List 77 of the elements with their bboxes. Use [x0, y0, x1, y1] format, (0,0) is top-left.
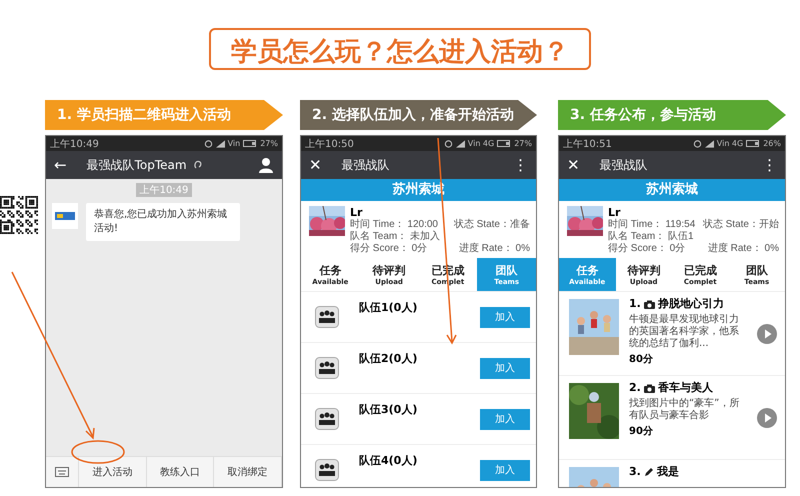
back-button[interactable]: ✕ [567, 156, 580, 174]
task-title: 挣脱地心引力 [658, 297, 724, 311]
battery-level: 26% [763, 139, 781, 148]
battery-level: 27% [260, 139, 278, 148]
menu-item[interactable]: 教练入口 [146, 457, 214, 487]
user-name: Lr [608, 206, 622, 219]
task-title: 我是 [656, 465, 679, 479]
signal-icon [704, 140, 714, 148]
task-title: 香车与美人 [658, 381, 713, 395]
task-description: 找到图片中的“豪车”，所有队员与豪车合影 [629, 398, 740, 422]
step-banner: 1. 学员扫描二维码进入活动 [45, 100, 283, 130]
time-label: 时间 Time： 120:00 [350, 219, 438, 230]
network-label: Vin 4G [468, 139, 494, 148]
score-label: 得分 Score： 0分 [608, 243, 686, 255]
group-icon [315, 306, 339, 328]
battery-icon [243, 140, 258, 147]
menu-item[interactable]: 进入活动 [79, 457, 147, 487]
battery-icon [746, 140, 760, 147]
rate-label: 进度 Rate： 0% [458, 243, 530, 255]
group-icon [315, 459, 339, 481]
avatar-icon [52, 203, 78, 229]
team-name: 队伍1(0人) [359, 300, 418, 315]
message-bubble: 恭喜您,您已成功加入苏州索城活动! [86, 203, 240, 241]
nav-title: 最强战队TopTeam [86, 156, 187, 174]
slide-title: 学员怎么玩？怎么进入活动？ [209, 28, 591, 70]
alarm-icon [204, 139, 213, 148]
alarm-icon [692, 139, 702, 148]
network-label: Vin 4G [716, 139, 744, 148]
rate-label: 进度 Rate： 0% [708, 243, 779, 255]
back-button[interactable]: ← [54, 156, 67, 174]
chat-timestamp: 上午10:49 [136, 183, 192, 197]
nav-title: 最强战队 [600, 156, 648, 174]
back-button[interactable]: ✕ [309, 156, 322, 174]
task-description: 牛顿是最早发现地球引力的英国著名科学家，他系统的总结了伽利... [629, 314, 740, 350]
highlight-ellipse [71, 440, 125, 464]
signal-icon [216, 140, 225, 148]
team-name: 队伍2(0人) [359, 351, 418, 366]
step-banner: 2. 选择队伍加入，准备开始活动 [300, 100, 537, 130]
signal-icon [456, 140, 465, 148]
battery-icon [497, 140, 512, 147]
play-icon[interactable] [757, 324, 777, 344]
task-number: 3. [629, 465, 641, 479]
status-time: 上午10:51 [563, 138, 612, 150]
menu-item[interactable]: 取消绑定 [214, 457, 282, 487]
camera-icon [644, 384, 655, 392]
team-label: 队名 Team： 未加入 [350, 231, 440, 243]
group-icon [315, 408, 339, 430]
state-label: 状态 State：开始 [702, 219, 779, 231]
task-score: 90分 [629, 424, 654, 438]
camera-icon [644, 300, 655, 308]
play-icon[interactable] [757, 408, 777, 428]
status-time: 上午10:50 [305, 138, 354, 150]
activity-banner: 苏州索城 [559, 179, 785, 201]
more-menu-button[interactable]: ⋮ [762, 156, 777, 174]
user-name: Lr [350, 206, 364, 219]
step-banner: 3. 任务公布，参与活动 [558, 100, 786, 130]
qr-code-icon [0, 196, 38, 234]
alarm-icon [444, 139, 453, 148]
score-label: 得分 Score： 0分 [350, 243, 428, 255]
team-name: 队伍3(0人) [359, 402, 418, 417]
group-icon [315, 357, 339, 379]
nav-title: 最强战队 [342, 156, 390, 174]
team-name: 队伍4(0人) [359, 453, 418, 468]
task-number: 1. [629, 297, 641, 311]
person-icon[interactable] [258, 157, 274, 173]
more-menu-button[interactable]: ⋮ [513, 156, 528, 174]
team-label: 队名 Team： 队伍1 [608, 231, 694, 243]
network-label: Vin [228, 139, 240, 148]
keyboard-icon [55, 467, 69, 477]
task-number: 2. [629, 381, 641, 395]
battery-level: 27% [514, 139, 532, 148]
status-time: 上午10:49 [50, 138, 99, 150]
time-label: 时间 Time： 119:54 [608, 219, 696, 231]
ear-icon [192, 160, 203, 170]
state-label: 状态 State：准备 [454, 219, 530, 231]
task-score: 80分 [629, 352, 654, 366]
pencil-icon [644, 467, 654, 477]
